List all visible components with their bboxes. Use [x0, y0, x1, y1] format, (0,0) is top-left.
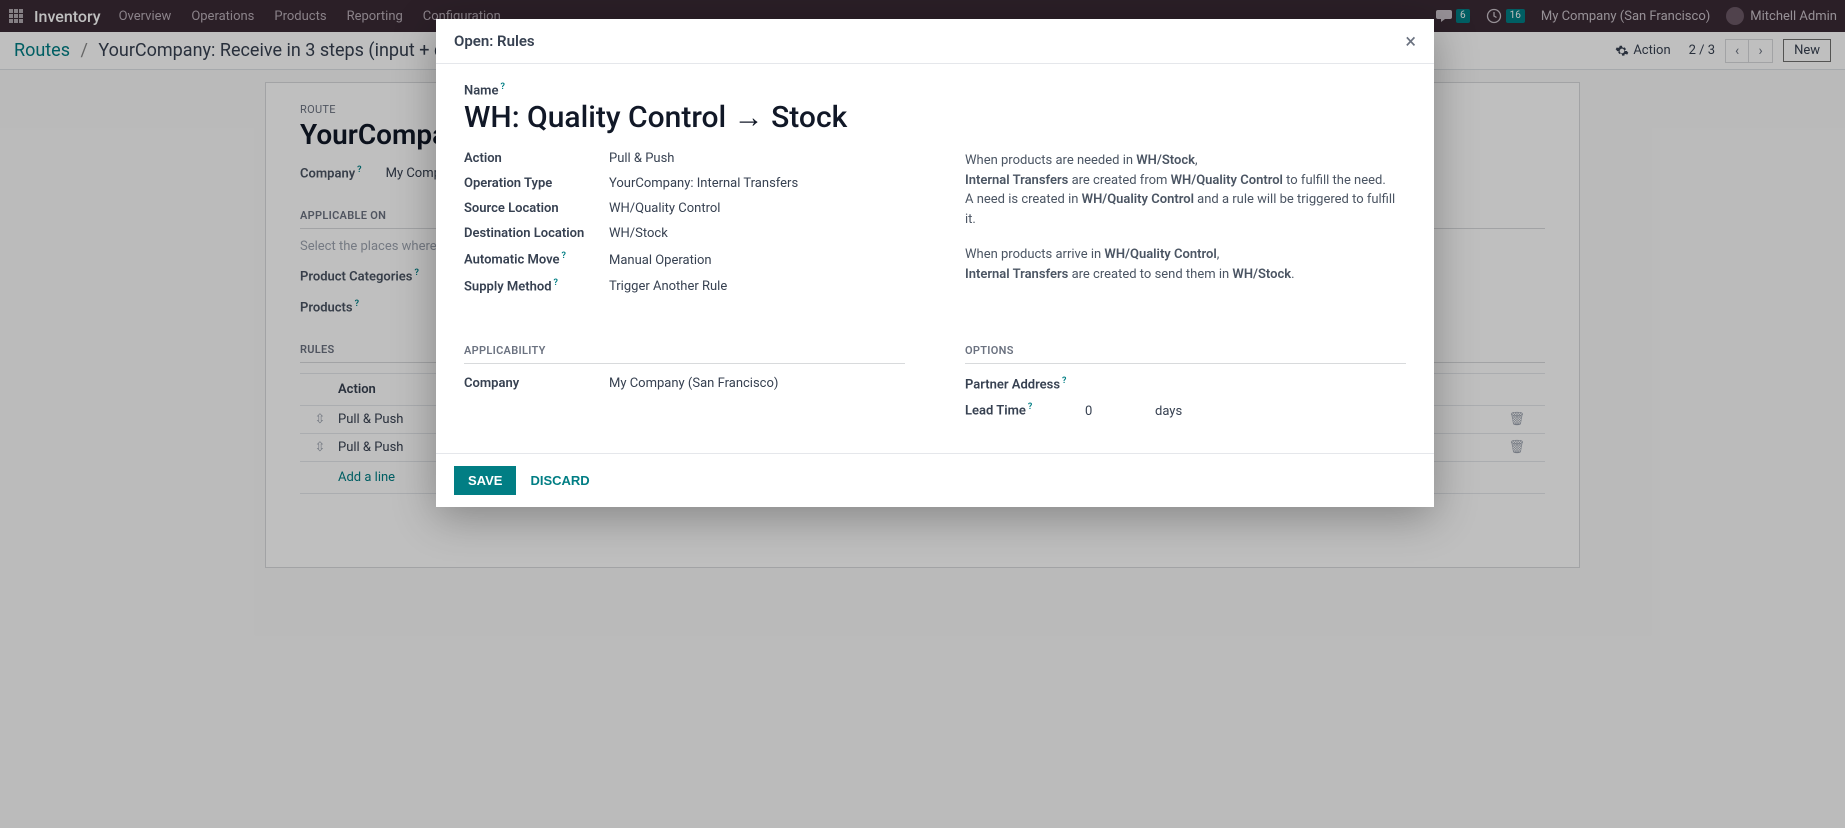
source-location-label: Source Location [464, 201, 609, 216]
destination-location-value[interactable]: WH/Stock [609, 226, 668, 241]
modal-title: Open: Rules [454, 32, 535, 50]
rule-name[interactable]: WH: Quality Control → Stock [464, 100, 1406, 135]
action-value[interactable]: Pull & Push [609, 151, 674, 166]
source-location-value[interactable]: WH/Quality Control [609, 201, 720, 216]
applicability-section: APPLICABILITY [464, 344, 905, 364]
company-label: Company [464, 376, 609, 391]
rules-modal: Open: Rules × Name? WH: Quality Control … [436, 19, 1434, 507]
discard-button[interactable]: DISCARD [530, 473, 589, 488]
company-value[interactable]: My Company (San Francisco) [609, 376, 778, 391]
rule-description: When products are needed in WH/Stock, In… [965, 151, 1406, 304]
supply-method-value[interactable]: Trigger Another Rule [609, 279, 727, 294]
lead-time-unit: days [1155, 404, 1182, 419]
automatic-move-value[interactable]: Manual Operation [609, 253, 712, 268]
automatic-move-label: Automatic Move? [464, 251, 609, 267]
partner-address-label: Partner Address? [965, 376, 1085, 392]
modal-header: Open: Rules × [436, 19, 1434, 64]
supply-method-label: Supply Method? [464, 278, 609, 294]
modal-footer: SAVE DISCARD [436, 453, 1434, 507]
action-label: Action [464, 151, 609, 166]
options-section: OPTIONS [965, 344, 1406, 364]
save-button[interactable]: SAVE [454, 466, 516, 495]
lead-time-value[interactable]: 0 [1085, 404, 1155, 419]
operation-type-label: Operation Type [464, 176, 609, 191]
lead-time-label: Lead Time? [965, 402, 1085, 418]
destination-location-label: Destination Location [464, 226, 609, 241]
name-label: Name? [464, 82, 1406, 98]
close-icon[interactable]: × [1405, 31, 1416, 51]
operation-type-value[interactable]: YourCompany: Internal Transfers [609, 176, 798, 191]
left-column: ActionPull & Push Operation TypeYourComp… [464, 151, 905, 304]
